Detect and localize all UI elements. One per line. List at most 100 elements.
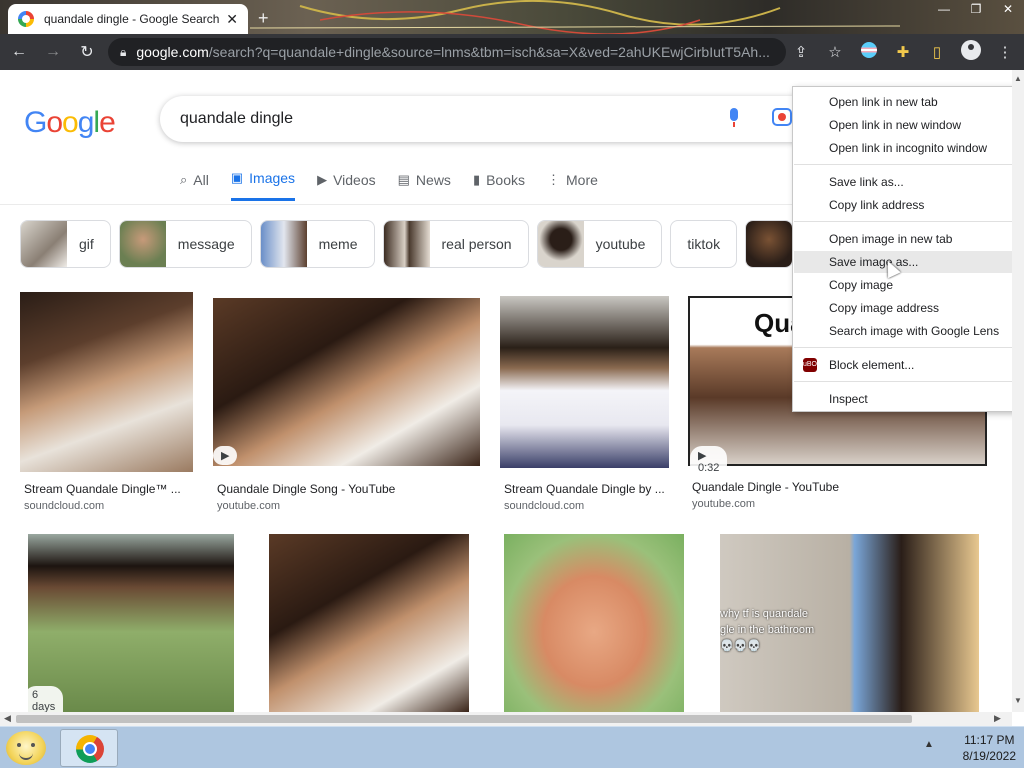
menu-save-link-as[interactable]: Save link as... [829,172,904,192]
menu-divider [794,347,1024,348]
result-thumbnail[interactable]: why tf is quandale gle in the bathroom 💀… [720,534,979,712]
chip-message[interactable]: message [118,220,252,268]
chip-gif[interactable]: gif [20,220,111,268]
result-caption[interactable]: Stream Quandale Dingle™ ... [24,482,181,496]
chip-thumbnail [383,221,430,267]
result-thumbnail[interactable] [213,298,480,466]
tab-images[interactable]: ▣ Images [230,170,296,201]
url-text: google.com/search?q=quandale+dingle&sour… [136,44,770,60]
overlay-text: why tf is quandale gle in the bathroom 💀… [720,608,815,652]
date-badge: 6 days ago [24,686,64,712]
tab-title: quandale dingle - Google Search [44,12,220,26]
result-thumbnail[interactable] [28,534,234,712]
extension-flag-icon[interactable] [854,42,884,62]
menu-copy-image[interactable]: Copy image [829,275,893,295]
share-icon[interactable]: ⇪ [786,43,816,61]
puzzle-icon[interactable]: ✚ [888,43,918,61]
image-icon: ▣ [230,170,244,185]
tab-news[interactable]: ▤ News [398,170,451,201]
sidepanel-icon[interactable]: ▯ [922,43,952,61]
search-box[interactable]: quandale dingle [160,96,820,142]
menu-dots-icon[interactable]: ⋮ [990,43,1020,61]
google-favicon-icon [18,11,34,27]
window-controls: — ❐ ✕ [928,0,1024,18]
related-chips: gif message meme real person youtube tik… [20,220,794,268]
result-source[interactable]: youtube.com [217,500,280,512]
clock-time: 11:17 PM [964,733,1015,747]
result-thumbnail[interactable] [504,534,684,712]
tab-videos[interactable]: ▶ Videos [317,170,376,201]
new-tab-button[interactable]: + [258,8,269,29]
chip-youtube[interactable]: youtube [536,220,663,268]
menu-open-image-new-tab[interactable]: Open image in new tab [829,229,952,249]
search-icon: ⌕ [180,171,188,187]
scroll-up-icon[interactable]: ▲ [1014,74,1022,83]
result-thumbnail[interactable] [269,534,469,712]
chip-tiktok[interactable]: tiktok [670,220,738,268]
tray-expand-icon[interactable]: ▲ [924,739,934,750]
toolbar-icons: ⇪ ☆ ✚ ▯ ⋮ [786,34,1020,70]
profile-icon[interactable] [956,40,986,64]
vertical-scrollbar[interactable]: ▲ ▼ [1012,70,1024,712]
menu-inspect[interactable]: Inspect [829,389,868,409]
result-caption[interactable]: Stream Quandale Dingle by ... [504,482,665,496]
tab-books[interactable]: ▮ Books [473,170,525,201]
google-logo[interactable]: Google [24,106,116,140]
back-icon[interactable]: ← [4,43,34,61]
scrollbar-thumb[interactable] [16,715,912,723]
address-bar[interactable]: 🔒︎ google.com/search?q=quandale+dingle&s… [108,38,786,66]
play-icon: ▶ [317,171,328,187]
tab-all[interactable]: ⌕ All [180,170,209,201]
result-thumbnail[interactable] [20,292,193,472]
forward-icon[interactable]: → [38,43,68,61]
chip-meme[interactable]: meme [259,220,375,268]
search-tabs: ⌕ All ▣ Images ▶ Videos ▤ News ▮ Books ⋮ More [180,170,598,201]
result-caption[interactable]: Quandale Dingle Song - YouTube [217,482,395,496]
menu-copy-link-address[interactable]: Copy link address [829,195,924,215]
more-dots-icon: ⋮ [547,171,561,187]
menu-search-google-lens[interactable]: Search image with Google Lens [829,321,999,341]
windows-taskbar: ▲ 11:17 PM 8/19/2022 [0,726,1024,768]
start-button-icon[interactable] [6,731,46,765]
play-badge-icon: ▶ [213,446,238,465]
result-caption[interactable]: Quandale Dingle - YouTube [692,480,839,494]
restore-button[interactable]: ❐ [960,0,992,18]
menu-open-link-incognito[interactable]: Open link in incognito window [829,138,987,158]
chip-thumbnail [119,221,166,267]
menu-divider [794,381,1024,382]
chip-thumbnail [260,221,307,267]
horizontal-scrollbar[interactable]: ◀ ▶ [0,712,1012,726]
close-window-button[interactable]: ✕ [992,0,1024,18]
menu-copy-image-address[interactable]: Copy image address [829,298,939,318]
browser-tab[interactable]: quandale dingle - Google Search ✕ [8,4,248,34]
microphone-icon[interactable] [728,108,740,128]
chip-thumbnail [746,221,793,267]
search-input[interactable]: quandale dingle [180,110,820,128]
chip-thumbnail [537,221,584,267]
menu-open-link-new-window[interactable]: Open link in new window [829,115,961,135]
minimize-button[interactable]: — [928,0,960,18]
result-source[interactable]: soundcloud.com [24,500,104,512]
menu-save-image-as[interactable]: Save image as... [829,252,918,272]
star-icon[interactable]: ☆ [820,43,850,61]
menu-block-element[interactable]: Block element... [829,355,914,375]
result-source[interactable]: youtube.com [692,498,755,510]
book-icon: ▮ [472,171,481,187]
lock-icon[interactable]: 🔒︎ [120,45,126,60]
result-thumbnail[interactable] [500,296,669,468]
taskbar-chrome[interactable] [60,729,118,767]
result-source[interactable]: soundcloud.com [504,500,584,512]
scroll-down-icon[interactable]: ▼ [1014,696,1022,705]
tab-more[interactable]: ⋮ More [547,170,598,201]
menu-open-link-new-tab[interactable]: Open link in new tab [829,92,938,112]
tab-strip: quandale dingle - Google Search ✕ + — ❐ … [0,0,1024,34]
chip-partial[interactable] [745,220,794,268]
system-clock[interactable]: 11:17 PM 8/19/2022 [963,732,1016,764]
lens-camera-icon[interactable] [772,108,792,126]
scroll-right-icon[interactable]: ▶ [994,713,1001,724]
scroll-left-icon[interactable]: ◀ [4,713,11,724]
clock-date: 8/19/2022 [962,749,1016,763]
chip-real-person[interactable]: real person [382,220,529,268]
tab-close-icon[interactable]: ✕ [226,11,238,28]
reload-icon[interactable]: ↻ [72,42,102,62]
